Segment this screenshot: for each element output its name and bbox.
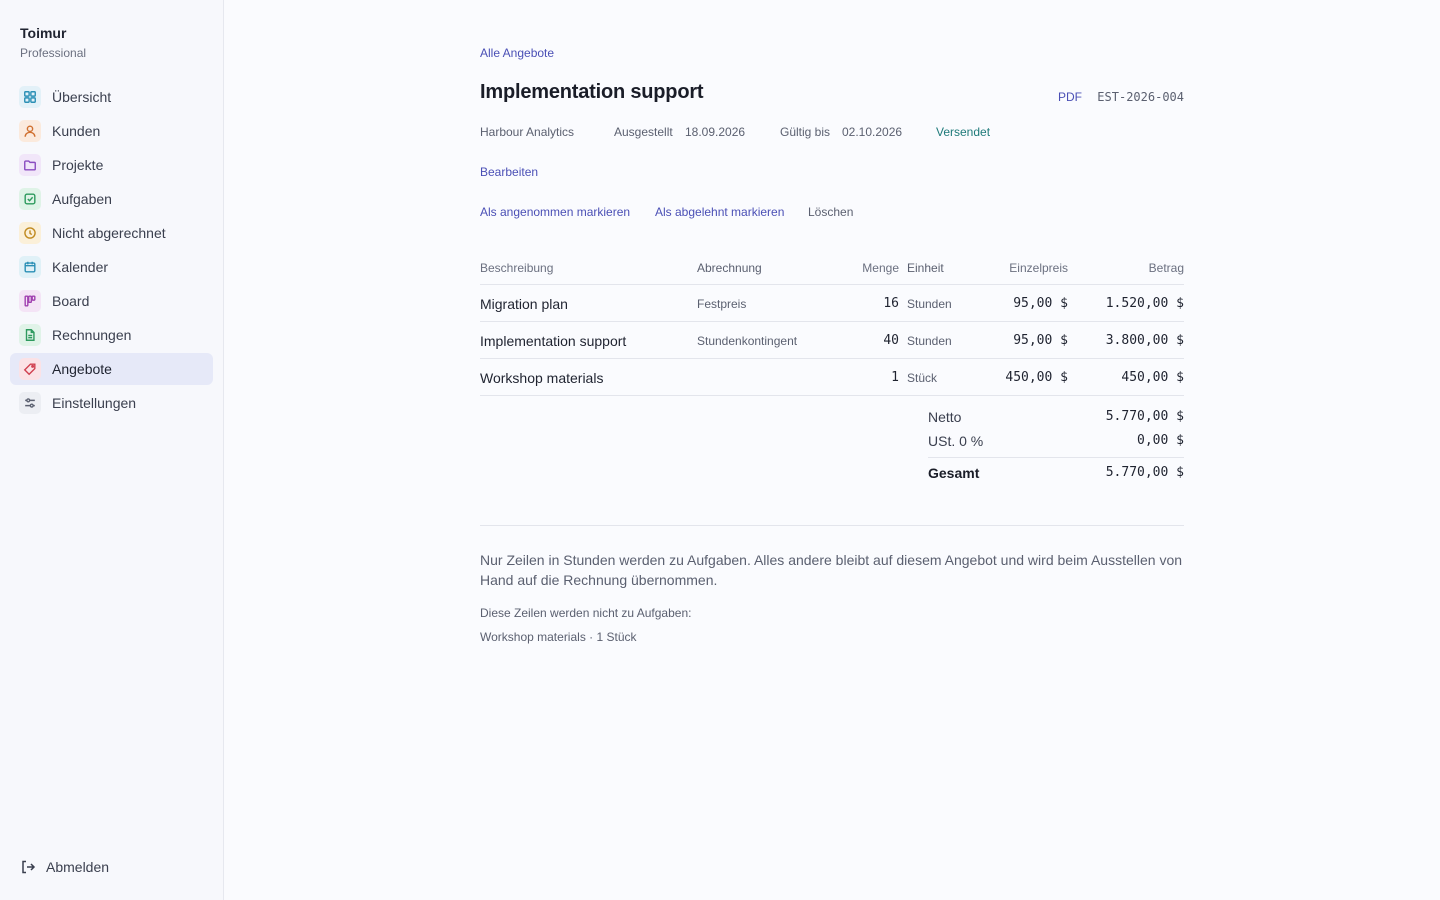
calendar-icon xyxy=(19,256,41,278)
row-amount: 450,00 $ xyxy=(1121,370,1184,385)
row-quantity: 1 xyxy=(891,370,899,385)
divider xyxy=(480,525,1184,526)
page-title: Implementation support xyxy=(480,81,704,103)
sidebar-item-rechnungen[interactable]: Rechnungen xyxy=(10,319,213,351)
total-value: 5.770,00 $ xyxy=(1105,465,1184,480)
sidebar-item-label: Kalender xyxy=(52,259,109,275)
edit-button[interactable]: Bearbeiten xyxy=(480,165,538,179)
folder-icon xyxy=(19,154,41,176)
total-label: Gesamt xyxy=(928,465,980,481)
tag-icon xyxy=(19,358,41,380)
header-quantity: Menge xyxy=(862,261,899,275)
table-row: Migration plan Festpreis 16 Stunden 95,0… xyxy=(480,285,1184,322)
delete-button[interactable]: Löschen xyxy=(808,205,853,219)
sidebar-item-board[interactable]: Board xyxy=(10,285,213,317)
line-items-table: Beschreibung Abrechnung Menge Einheit Ei… xyxy=(480,252,1184,396)
mark-accepted-button[interactable]: Als angenommen markieren xyxy=(480,205,630,219)
header-amount: Betrag xyxy=(1148,261,1184,275)
board-icon xyxy=(19,290,41,312)
pdf-link[interactable]: PDF xyxy=(1058,90,1082,104)
header-unit: Einheit xyxy=(907,261,944,275)
row-description: Migration plan xyxy=(480,295,568,312)
row-amount: 1.520,00 $ xyxy=(1105,296,1184,311)
row-unit: Stunden xyxy=(907,333,952,348)
sidebar: Toimur Professional Übersicht Kunden Pro… xyxy=(0,0,224,900)
sidebar-item-aufgaben[interactable]: Aufgaben xyxy=(10,183,213,215)
sidebar-item-label: Rechnungen xyxy=(52,327,132,343)
sidebar-item-nicht-abgerechnet[interactable]: Nicht abgerechnet xyxy=(10,217,213,249)
sidebar-item-projekte[interactable]: Projekte xyxy=(10,149,213,181)
checkbox-icon xyxy=(19,188,41,210)
tax-row: USt. 0 % 0,00 $ xyxy=(928,429,1184,453)
document-icon xyxy=(19,324,41,346)
sidebar-item-label: Nicht abgerechnet xyxy=(52,225,166,241)
sidebar-item-uebersicht[interactable]: Übersicht xyxy=(10,81,213,113)
tax-value: 0,00 $ xyxy=(1137,433,1184,448)
sidebar-item-angebote[interactable]: Angebote xyxy=(10,353,213,385)
client-name: Harbour Analytics xyxy=(480,125,575,139)
row-unit: Stunden xyxy=(907,296,952,311)
logout-label: Abmelden xyxy=(46,859,110,875)
sidebar-item-label: Übersicht xyxy=(52,89,112,105)
row-description: Implementation support xyxy=(480,332,627,349)
user-icon xyxy=(19,120,41,142)
sidebar-nav: Übersicht Kunden Projekte Aufgaben Nicht… xyxy=(10,81,213,421)
sidebar-item-label: Aufgaben xyxy=(52,191,112,207)
net-value: 5.770,00 $ xyxy=(1105,409,1184,424)
sidebar-item-kalender[interactable]: Kalender xyxy=(10,251,213,283)
header-description: Beschreibung xyxy=(480,261,554,275)
row-amount: 3.800,00 $ xyxy=(1105,333,1184,348)
logout-button[interactable]: Abmelden xyxy=(20,859,109,875)
excluded-lines-heading: Diese Zeilen werden nicht zu Aufgaben: xyxy=(480,606,692,620)
estimate-number: EST-2026-004 xyxy=(1097,90,1184,104)
net-row: Netto 5.770,00 $ xyxy=(928,405,1184,429)
logout-icon xyxy=(22,860,36,874)
brand-plan: Professional xyxy=(20,46,87,60)
sidebar-item-label: Kunden xyxy=(52,123,101,139)
sidebar-item-kunden[interactable]: Kunden xyxy=(10,115,213,147)
row-quantity: 40 xyxy=(883,333,899,348)
table-row: Workshop materials 1 Stück 450,00 $ 450,… xyxy=(480,359,1184,396)
clock-icon xyxy=(19,222,41,244)
table-header: Beschreibung Abrechnung Menge Einheit Ei… xyxy=(480,252,1184,285)
brand-name: Toimur xyxy=(20,25,67,41)
total-row: Gesamt 5.770,00 $ xyxy=(928,457,1184,485)
mark-rejected-button[interactable]: Als abgelehnt markieren xyxy=(655,205,784,219)
breadcrumb-all-estimates[interactable]: Alle Angebote xyxy=(480,46,554,60)
valid-date: 02.10.2026 xyxy=(842,125,903,139)
issued-date: 18.09.2026 xyxy=(685,125,746,139)
row-billing: Festpreis xyxy=(697,296,747,311)
row-unit-price: 95,00 $ xyxy=(1013,333,1068,348)
sliders-icon xyxy=(19,392,41,414)
sidebar-item-label: Board xyxy=(52,293,90,309)
brand: Toimur Professional xyxy=(20,24,86,61)
sidebar-item-einstellungen[interactable]: Einstellungen xyxy=(10,387,213,419)
grid-icon xyxy=(19,86,41,108)
header-unit-price: Einzelpreis xyxy=(1009,261,1068,275)
header-billing: Abrechnung xyxy=(697,261,762,275)
row-unit-price: 95,00 $ xyxy=(1013,296,1068,311)
status-badge: Versendet xyxy=(936,125,991,139)
net-label: Netto xyxy=(928,409,962,425)
table-row: Implementation support Stundenkontingent… xyxy=(480,322,1184,359)
valid-label: Gültig bis xyxy=(780,125,831,139)
row-unit: Stück xyxy=(907,370,938,385)
row-quantity: 16 xyxy=(883,296,899,311)
sidebar-item-label: Angebote xyxy=(52,361,112,377)
excluded-line-item: Workshop materials · 1 Stück xyxy=(480,630,637,644)
sidebar-item-label: Einstellungen xyxy=(52,395,137,411)
issued-label: Ausgestellt xyxy=(614,125,673,139)
row-unit-price: 450,00 $ xyxy=(1005,370,1068,385)
tax-label: USt. 0 % xyxy=(928,433,984,449)
totals: Netto 5.770,00 $ USt. 0 % 0,00 $ Gesamt … xyxy=(928,405,1184,485)
row-description: Workshop materials xyxy=(480,369,604,386)
sidebar-item-label: Projekte xyxy=(52,157,104,173)
row-billing: Stundenkontingent xyxy=(697,333,798,348)
task-conversion-note: Nur Zeilen in Stunden werden zu Aufgaben… xyxy=(480,552,1183,588)
